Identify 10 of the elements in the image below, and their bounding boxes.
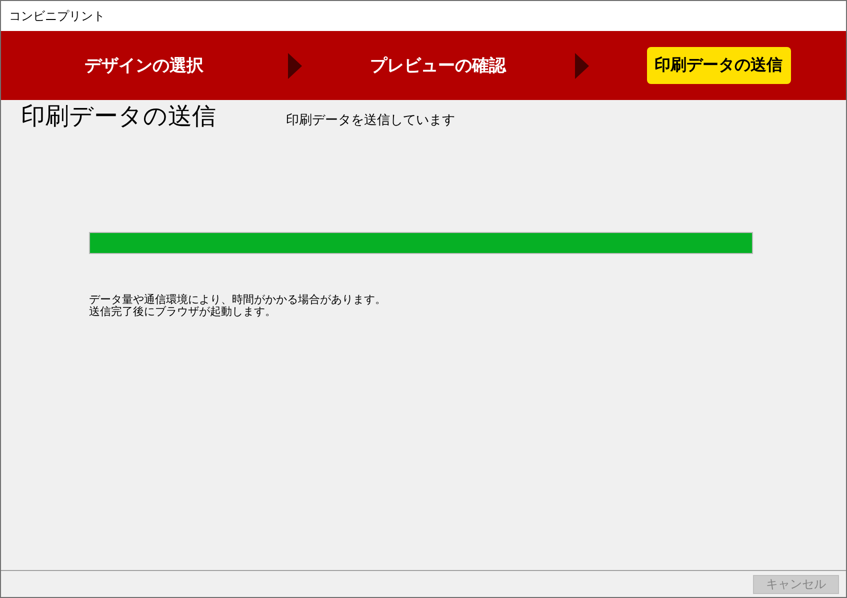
step-label: プレビューの確認: [369, 55, 508, 78]
status-text: 印刷データを送信しています: [286, 112, 455, 129]
arrow-icon: [288, 52, 302, 78]
note-text: データ量や通信環境により、時間がかかる場合があります。: [89, 294, 387, 306]
step-label: デザインの選択: [84, 55, 204, 78]
note-text: 送信完了後にブラウザが起動します。: [89, 306, 277, 318]
step-label: 印刷データの送信: [646, 47, 790, 84]
page-heading: 印刷データの送信: [21, 101, 216, 132]
arrow-icon: [575, 52, 589, 78]
window-title: コンビニプリント: [9, 8, 105, 24]
